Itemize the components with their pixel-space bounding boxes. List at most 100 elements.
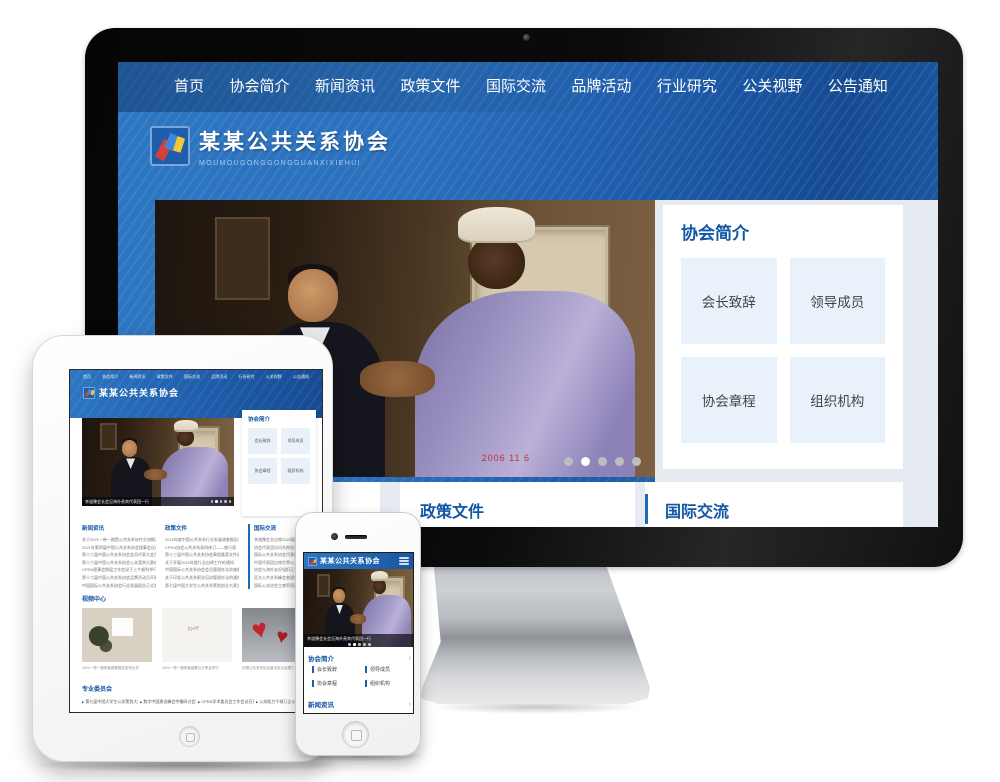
tablet-logo[interactable]: 某某公共关系协会 (83, 386, 179, 399)
video-thumbnail[interactable]: love (162, 608, 232, 662)
section-policy-title: 政策文件 (420, 498, 635, 522)
photo-wall-frame (100, 423, 117, 449)
nav-link[interactable]: 国际交流 (486, 75, 546, 96)
slider-dot-active[interactable] (353, 643, 356, 646)
article-link[interactable]: 第十六届中国公共关系协会会员代表大会召开 (82, 551, 156, 559)
photo-person-right-head (468, 236, 526, 289)
tablet-slider[interactable]: 李道豫会长会见海外贵宾代表团一行 (82, 418, 234, 506)
nav-link[interactable]: 品牌活动 (571, 75, 631, 96)
nav-link[interactable]: 政策文件 (157, 374, 173, 380)
column-list: 2019年度中国公共关系行业发展调查报告发布CPRA协会公共关系条例修订——推行… (165, 536, 239, 589)
about-card: 协会简介 会长致辞领导成员协会章程组织机构 (663, 205, 903, 469)
slider-dot[interactable] (368, 643, 371, 646)
article-link[interactable]: 2021年第四届中国公共关系协会理事会议召开 (82, 544, 156, 552)
slider-dot-active[interactable] (215, 500, 218, 503)
column-list: 关于2021一带一路暨公共关系协作交流概况2021年第四届中国公共关系协会理事会… (82, 536, 156, 589)
nav-link[interactable]: 国际交流 (184, 374, 200, 380)
article-link[interactable]: 关于印发公共关系职业培训管理办法的通知 (165, 574, 239, 582)
phone-header: 某某公共关系协会 (304, 553, 413, 569)
slider-dot[interactable] (358, 643, 361, 646)
article-link[interactable]: 第七届中国大学生公共关系策划创业大赛文件 (165, 582, 239, 590)
section-accent-bar (645, 494, 648, 524)
column-title: 新闻资讯 (82, 524, 156, 532)
phone-section-news: 新闻资讯 › (308, 699, 411, 709)
about-link[interactable]: 组织机构 (365, 680, 410, 687)
about-link[interactable]: 组织机构 (790, 357, 886, 443)
slider-dot[interactable] (224, 500, 227, 503)
logo-ribbon-yellow (313, 559, 316, 563)
about-link[interactable]: 组织机构 (281, 458, 310, 484)
nav-link[interactable]: 品牌活动 (211, 374, 227, 380)
article-link[interactable]: 关于开展2019年度行业自律工作的通知 (165, 559, 239, 567)
logo-icon (83, 387, 95, 399)
heart-icon: ♥ (248, 613, 270, 647)
nav-link[interactable]: 协会简介 (102, 374, 118, 380)
slider-dot[interactable] (615, 457, 624, 466)
mockup-stage: 首页协会简介新闻资讯政策文件国际交流品牌活动行业研究公关视野公告通知 某某公共关… (0, 0, 1000, 782)
slider-dot-active[interactable] (581, 457, 590, 466)
main-nav: 首页 协会简介 新闻资讯 政策文件 国际交流 品牌活动 行业研究 公关视野 公告通知 (118, 75, 938, 96)
slider-dot[interactable] (211, 500, 214, 503)
about-link[interactable]: 领导成员 (365, 666, 410, 673)
nav-link[interactable]: 新闻资讯 (315, 75, 375, 96)
committee-link[interactable]: 第七届中国大学生公关策划大赛启动 (82, 699, 138, 705)
thumb-love-text: love (188, 625, 200, 632)
article-link[interactable]: CPRA协会公共关系条例修订——推行版 (165, 544, 239, 552)
committee-link[interactable]: CPRA学术委员会工作会议召开 (198, 699, 254, 705)
article-link[interactable]: 中国国际公共关系协会会员管理办法实施细则 (165, 566, 239, 574)
slider-dot[interactable] (363, 643, 366, 646)
slider-dots (564, 457, 641, 466)
nav-link[interactable]: 公告通知 (828, 75, 888, 96)
slider-dot[interactable] (348, 643, 351, 646)
phone-home-button[interactable] (342, 721, 369, 748)
slider-dot[interactable] (229, 500, 232, 503)
slider-dot[interactable] (564, 457, 573, 466)
nav-link[interactable]: 新闻资讯 (130, 374, 146, 380)
tablet-site: 首页协会简介新闻资讯政策文件国际交流品牌活动行业研究公关视野公告通知 某某公共关… (69, 369, 323, 713)
committee-link[interactable]: 数字中国建设峰会传播研讨会举行 (140, 699, 196, 705)
slider-dot[interactable] (220, 500, 223, 503)
nav-link[interactable]: 行业研究 (239, 374, 255, 380)
chevron-right-icon[interactable]: › (409, 655, 411, 662)
tablet-about-card: 协会简介 会长致辞领导成员协会章程组织机构 (242, 410, 316, 516)
about-link[interactable]: 协会章程 (312, 680, 357, 687)
nav-link[interactable]: 政策文件 (400, 75, 460, 96)
video-caption: 2021一带一路年度观察报告发布仪式 (82, 666, 152, 671)
slider-photo[interactable] (82, 418, 234, 506)
slider-dot[interactable] (632, 457, 641, 466)
nav-link[interactable]: 公关视野 (742, 75, 802, 96)
hamburger-menu-icon[interactable] (399, 556, 409, 567)
site-logo[interactable]: 某某公共关系协会 MOUMOUGONGGONGGUANXIXIEHUI (150, 126, 391, 167)
phone-slider[interactable]: 李道豫会长会见海外贵宾代表团一行 (304, 569, 414, 647)
about-link[interactable]: 领导成员 (790, 258, 886, 344)
column-policy: 政策文件 2019年度中国公共关系行业发展调查报告发布CPRA协会公共关系条例修… (165, 524, 239, 589)
nav-link[interactable]: 首页 (83, 374, 91, 380)
tablet-nav: 首页 协会简介 新闻资讯 政策文件 国际交流 品牌活动 行业研究 公关视野 公告通知 (70, 374, 322, 380)
chevron-right-icon[interactable]: › (409, 701, 411, 708)
about-link[interactable]: 协会章程 (248, 458, 277, 484)
nav-link[interactable]: 公关视野 (266, 374, 282, 380)
photo-person-right-head (373, 579, 386, 594)
about-link[interactable]: 协会章程 (681, 357, 777, 443)
about-link[interactable]: 会长致辞 (681, 258, 777, 344)
article-link[interactable]: 2019年度中国公共关系行业发展调查报告发布 (165, 536, 239, 544)
about-title: 协会简介 (308, 653, 334, 663)
photo-person-right-hat (174, 420, 198, 431)
article-link[interactable]: CPRA理事会换届工作会议于上午顺利举行 (82, 566, 156, 574)
article-link[interactable]: 第十三届中国公共关系协会章程备案文件通知 (165, 551, 239, 559)
nav-link[interactable]: 协会简介 (229, 75, 289, 96)
nav-link[interactable]: 行业研究 (657, 75, 717, 96)
video-thumbnail[interactable] (82, 608, 152, 662)
about-link[interactable]: 会长致辞 (248, 428, 277, 454)
about-link[interactable]: 会长致辞 (312, 666, 357, 673)
article-link[interactable]: 第十六届中国公共关系协会品牌活动月开幕 (82, 574, 156, 582)
nav-link[interactable]: 首页 (174, 75, 204, 96)
tablet-home-button[interactable] (179, 726, 200, 747)
about-link[interactable]: 领导成员 (281, 428, 310, 454)
nav-link[interactable]: 公告通知 (293, 374, 309, 380)
slider-dot[interactable] (598, 457, 607, 466)
article-link[interactable]: 中国国际公共关系协会行业发展报告正式发布 (82, 582, 156, 590)
logo-title: 某某公共关系协会 (99, 386, 179, 399)
article-link[interactable]: 关于2021一带一路暨公共关系协作交流概况 (82, 536, 156, 544)
article-link[interactable]: 第十六届中国公共关系协会公关案例大赛启动 (82, 559, 156, 567)
